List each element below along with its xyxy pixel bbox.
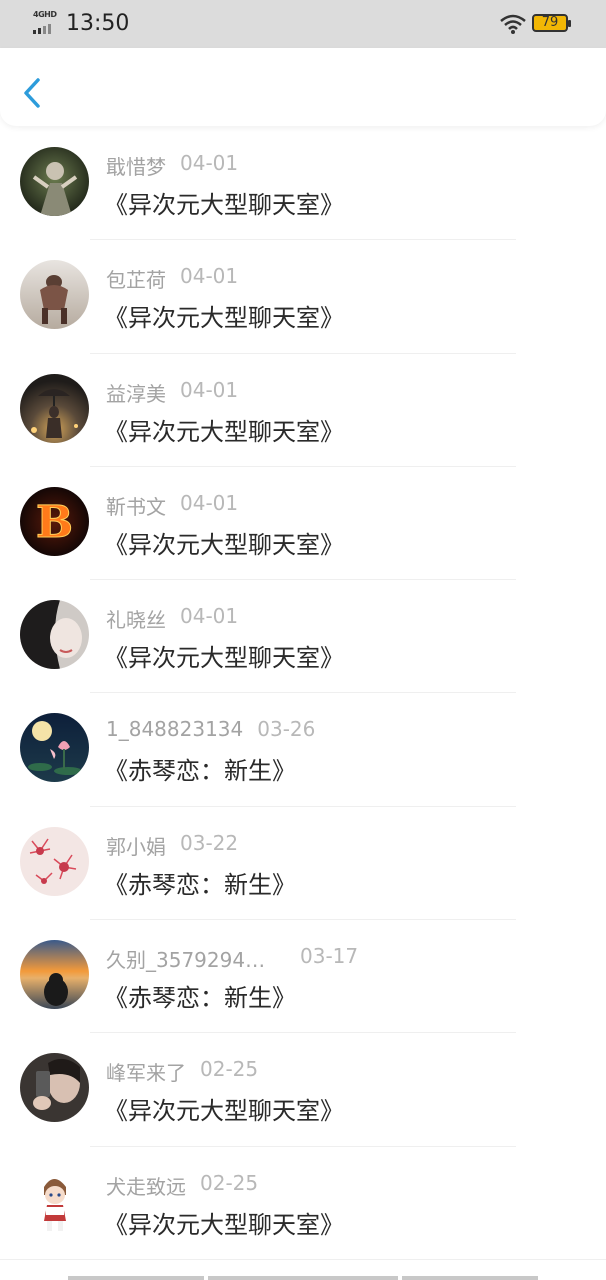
- comment-meta: 礼晓丝 04-01: [106, 604, 239, 633]
- battery-level: 79: [541, 15, 559, 30]
- divider: [0, 1258, 606, 1260]
- user-name[interactable]: 峰军来了: [106, 1057, 186, 1086]
- comment-date: 04-01: [180, 151, 239, 175]
- comment-meta: 郭小娟 03-22: [106, 830, 239, 860]
- list-item[interactable]: 郭小娟 03-22 《赤琴恋：新生》: [0, 807, 606, 921]
- comment-list: 戢惜梦 04-01 《异次元大型聊天室》 包芷荷 04-01 《异次元大型聊天室》 …: [0, 127, 606, 1260]
- avatar[interactable]: B: [20, 486, 89, 556]
- list-item[interactable]: B 靳书文 04-01 《异次元大型聊天室》: [0, 467, 606, 581]
- list-item[interactable]: 峰军来了 02-25 《异次元大型聊天室》: [0, 1033, 606, 1147]
- avatar[interactable]: [20, 940, 89, 1010]
- comment-meta: 戢惜梦 04-01: [106, 151, 239, 180]
- list-item[interactable]: 包芷荷 04-01 《异次元大型聊天室》: [0, 240, 606, 354]
- book-title[interactable]: 《赤琴恋：新生》: [104, 751, 296, 786]
- book-title[interactable]: 《异次元大型聊天室》: [104, 185, 344, 220]
- user-name[interactable]: 1_848823134: [106, 717, 243, 741]
- avatar[interactable]: [20, 260, 89, 330]
- book-title[interactable]: 《异次元大型聊天室》: [104, 1205, 344, 1240]
- book-title[interactable]: 《赤琴恋：新生》: [104, 865, 296, 900]
- book-title[interactable]: 《异次元大型聊天室》: [104, 412, 344, 447]
- user-name[interactable]: 益淳美: [106, 378, 166, 407]
- network-type: 4GHD: [33, 10, 57, 19]
- book-title[interactable]: 《异次元大型聊天室》: [104, 525, 344, 560]
- comment-date: 04-01: [180, 490, 239, 515]
- comment-meta: 犬走致远 02-25: [106, 1170, 259, 1200]
- list-item[interactable]: 戢惜梦 04-01 《异次元大型聊天室》: [0, 127, 606, 241]
- avatar-letter: B: [36, 497, 73, 548]
- battery-icon: 79: [532, 14, 571, 32]
- status-bar: 4GHD 13:50 79: [0, 0, 606, 48]
- user-name[interactable]: 礼晓丝: [106, 604, 166, 633]
- clock: 13:50: [66, 11, 130, 36]
- avatar[interactable]: [20, 713, 89, 783]
- user-name[interactable]: 靳书文: [106, 491, 166, 520]
- user-name[interactable]: 郭小娟: [106, 831, 166, 860]
- comment-date: 03-26: [257, 717, 316, 742]
- header-bar: [0, 48, 606, 126]
- book-title[interactable]: 《异次元大型聊天室》: [104, 298, 344, 333]
- book-title[interactable]: 《异次元大型聊天室》: [104, 1091, 344, 1126]
- comment-date: 02-25: [200, 1170, 259, 1195]
- comment-date: 04-01: [180, 377, 239, 402]
- avatar[interactable]: [20, 826, 89, 896]
- comment-date: 02-25: [200, 1057, 259, 1082]
- comment-meta: 峰军来了 02-25: [106, 1057, 259, 1086]
- user-name[interactable]: 犬走致远: [106, 1171, 186, 1200]
- comment-date: 04-01: [180, 604, 239, 629]
- list-item[interactable]: 1_848823134 03-26 《赤琴恋：新生》: [0, 693, 606, 807]
- list-item[interactable]: 犬走致远 02-25 《异次元大型聊天室》: [0, 1147, 606, 1260]
- avatar[interactable]: [20, 600, 89, 670]
- avatar[interactable]: [20, 147, 89, 216]
- cellular-signal-icon: 4GHD: [33, 10, 61, 34]
- next-item-peek: [0, 1268, 606, 1280]
- avatar[interactable]: [20, 1166, 89, 1236]
- book-title[interactable]: 《异次元大型聊天室》: [104, 638, 344, 673]
- comment-date: 03-22: [180, 830, 239, 855]
- avatar[interactable]: [20, 1053, 89, 1123]
- comment-meta: 益淳美 04-01: [106, 377, 239, 407]
- user-name[interactable]: 戢惜梦: [106, 151, 166, 180]
- user-name[interactable]: 包芷荷: [106, 264, 166, 293]
- list-item[interactable]: 久别_3579294… 03-17 《赤琴恋：新生》: [0, 920, 606, 1034]
- back-chevron-icon[interactable]: [20, 76, 46, 110]
- comment-meta: 包芷荷 04-01: [106, 264, 239, 293]
- comment-date: 03-17: [300, 944, 359, 969]
- wifi-icon: [500, 14, 526, 34]
- comment-meta: 靳书文 04-01: [106, 490, 239, 520]
- comment-meta: 久别_3579294… 03-17: [106, 944, 359, 973]
- comment-meta: 1_848823134 03-26: [106, 717, 315, 743]
- avatar[interactable]: [20, 373, 89, 443]
- list-item[interactable]: 益淳美 04-01 《异次元大型聊天室》: [0, 354, 606, 467]
- list-item[interactable]: 礼晓丝 04-01 《异次元大型聊天室》: [0, 580, 606, 694]
- comment-date: 04-01: [180, 264, 239, 289]
- user-name[interactable]: 久别_3579294…: [106, 944, 286, 973]
- book-title[interactable]: 《赤琴恋：新生》: [104, 978, 296, 1013]
